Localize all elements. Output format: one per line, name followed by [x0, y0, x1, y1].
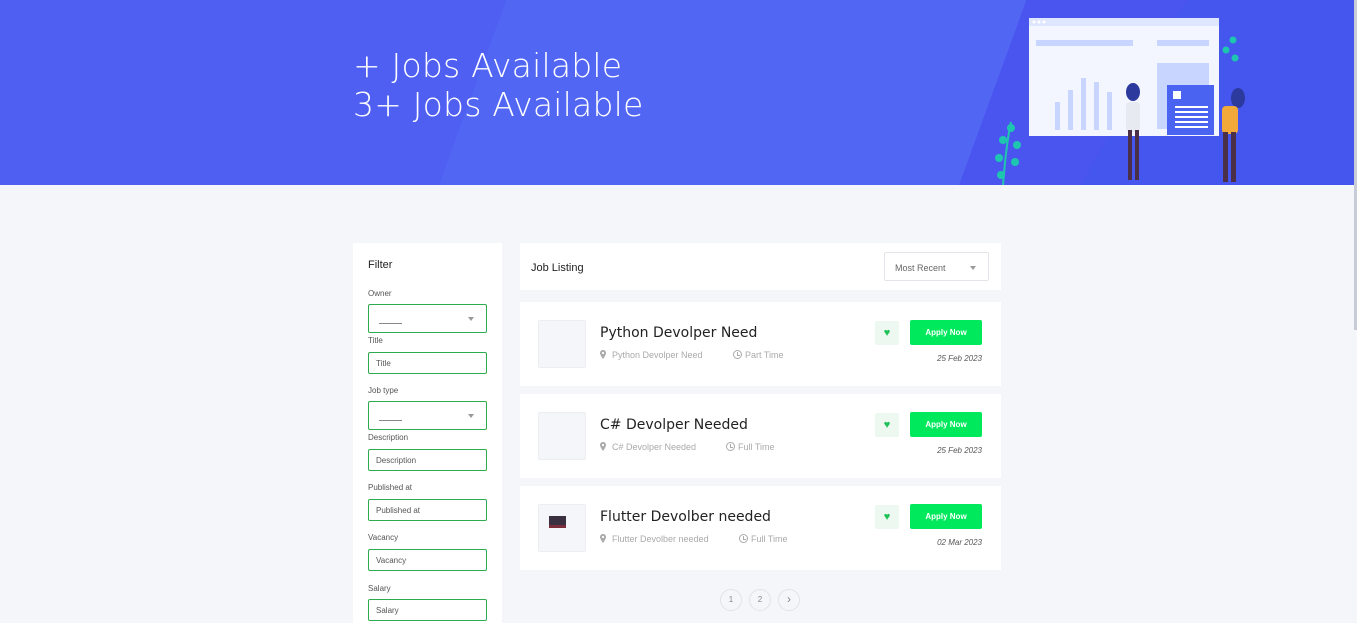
job-title[interactable]: Python Devolper Need [600, 325, 757, 341]
job-location: C# Devolper Needed [612, 442, 697, 452]
company-logo [538, 504, 586, 552]
job-title[interactable]: Flutter Devolber needed [600, 509, 771, 525]
title-label: Title [368, 336, 383, 345]
job-date: 25 Feb 2023 [937, 354, 982, 363]
favorite-heart-icon[interactable]: ♥ [875, 505, 899, 529]
chevron-down-icon [468, 317, 474, 321]
clock-icon [726, 442, 735, 451]
listing-header: Job Listing Most Recent [520, 243, 1001, 290]
select-empty-value [379, 420, 402, 421]
location-pin-icon [600, 534, 606, 543]
job-type-select[interactable] [368, 401, 487, 430]
hero-title-line1: + Jobs Available [353, 46, 623, 85]
job-type: Part Time [745, 350, 784, 360]
clock-icon [739, 534, 748, 543]
page-2-button[interactable]: 2 [749, 589, 771, 611]
job-card[interactable]: Flutter Devolber needed Flutter Devolber… [520, 486, 1001, 570]
location-pin-icon [600, 350, 606, 359]
job-type: Full Time [751, 534, 788, 544]
location-pin-icon [600, 442, 606, 451]
filter-panel: Filter Owner Title Title Job type Descri… [353, 243, 502, 623]
owner-label: Owner [368, 289, 392, 298]
sort-select[interactable]: Most Recent [884, 252, 989, 281]
description-label: Description [368, 433, 409, 442]
published-input[interactable]: Published at [368, 499, 487, 521]
apply-now-button[interactable]: Apply Now [910, 412, 982, 437]
next-page-icon[interactable]: › [778, 589, 800, 611]
vacancy-label: Vacancy [368, 533, 399, 542]
job-type: Full Time [738, 442, 775, 452]
hero-illustration [995, 18, 1245, 185]
clock-icon [733, 350, 742, 359]
job-card[interactable]: C# Devolper Needed C# Devolper Needed Fu… [520, 394, 1001, 478]
company-logo [538, 320, 586, 368]
chevron-down-icon [468, 414, 474, 418]
company-logo-image [549, 516, 566, 528]
job-title[interactable]: C# Devolper Needed [600, 417, 748, 433]
apply-now-button[interactable]: Apply Now [910, 504, 982, 529]
hero-banner: + Jobs Available 3+ Jobs Available [0, 0, 1357, 185]
title-input[interactable]: Title [368, 352, 487, 374]
job-date: 02 Mar 2023 [937, 538, 982, 547]
job-location: Flutter Devolber needed [612, 534, 709, 544]
vacancy-input[interactable]: Vacancy [368, 549, 487, 571]
job-card[interactable]: Python Devolper Need Python Devolper Nee… [520, 302, 1001, 386]
favorite-heart-icon[interactable]: ♥ [875, 413, 899, 437]
hero-title-line2: 3+ Jobs Available [353, 85, 644, 124]
owner-select[interactable] [368, 304, 487, 333]
job-type-label: Job type [368, 386, 399, 395]
published-label: Published at [368, 483, 413, 492]
chevron-down-icon [970, 266, 976, 270]
job-date: 25 Feb 2023 [937, 446, 982, 455]
description-input[interactable]: Description [368, 449, 487, 471]
select-empty-value [379, 323, 402, 324]
apply-now-button[interactable]: Apply Now [910, 320, 982, 345]
salary-label: Salary [368, 584, 391, 593]
listing-title: Job Listing [531, 262, 584, 274]
page-1-button[interactable]: 1 [720, 589, 742, 611]
favorite-heart-icon[interactable]: ♥ [875, 321, 899, 345]
job-location: Python Devolper Need [612, 350, 703, 360]
salary-input[interactable]: Salary [368, 599, 487, 621]
filter-title: Filter [368, 259, 393, 271]
company-logo [538, 412, 586, 460]
sort-value: Most Recent [895, 263, 946, 273]
